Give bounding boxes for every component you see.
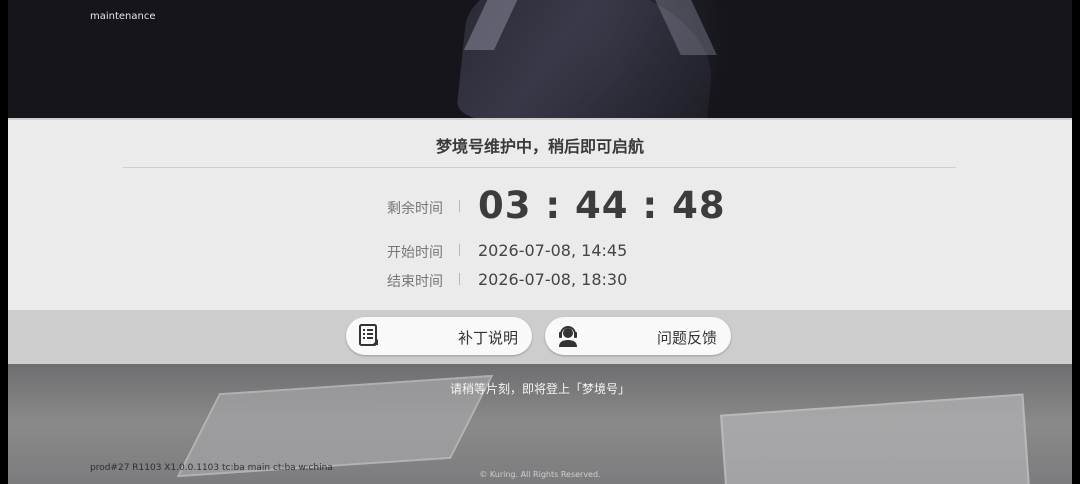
- maintenance-label: maintenance: [90, 11, 156, 22]
- document-icon: [359, 324, 378, 346]
- start-time-label: 开始时间: [387, 245, 443, 261]
- patch-notes-label: 补丁说明: [457, 329, 518, 347]
- end-time-label: 结束时间: [387, 274, 443, 290]
- loading-status-text: 请稍等片刻，即将登上「梦境号」: [449, 382, 630, 396]
- end-time-value: 2026-07-08, 18:30: [478, 270, 628, 289]
- divider: [123, 167, 956, 168]
- separator: [459, 200, 460, 212]
- app-frame: maintenance 梦境号维护中，稍后即可启航 剩余时间 03 : 44 :…: [8, 0, 1072, 484]
- remaining-time-label: 剩余时间: [387, 201, 443, 217]
- background-artwork-bottom: 请稍等片刻，即将登上「梦境号」 prod#27 R1103 X1.0.0.110…: [8, 364, 1072, 484]
- action-bar: 补丁说明 问题反馈: [8, 310, 1072, 364]
- feedback-label: 问题反馈: [656, 329, 717, 347]
- headset-support-icon: [559, 326, 577, 347]
- maintenance-title: 梦境号维护中，稍后即可启航: [435, 137, 644, 156]
- maintenance-panel: 梦境号维护中，稍后即可启航 剩余时间 03 : 44 : 48 开始时间 202…: [8, 118, 1072, 312]
- separator: [459, 244, 460, 256]
- start-time-value: 2026-07-08, 14:45: [478, 241, 628, 260]
- copyright-text: © Kuring. All Rights Reserved.: [479, 470, 601, 479]
- patch-notes-button[interactable]: 补丁说明: [346, 317, 532, 355]
- feedback-button[interactable]: 问题反馈: [545, 317, 731, 355]
- background-artwork-top: maintenance: [8, 0, 1072, 143]
- countdown-timer: 03 : 44 : 48: [478, 184, 726, 227]
- separator: [459, 273, 460, 285]
